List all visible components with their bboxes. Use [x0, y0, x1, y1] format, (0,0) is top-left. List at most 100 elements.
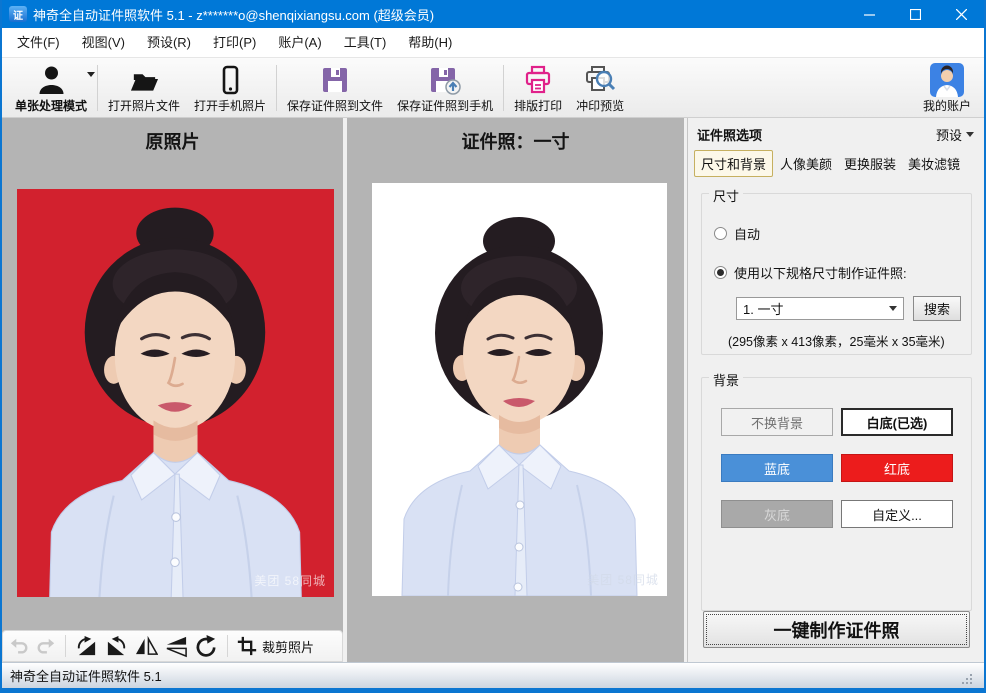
radio-unchecked-icon[interactable] [714, 227, 727, 240]
chevron-down-icon [87, 72, 95, 77]
size-group-title: 尺寸 [709, 186, 743, 205]
redo-button[interactable] [36, 636, 56, 656]
statusbar: 神奇全自动证件照软件 5.1 [2, 662, 984, 688]
rotate-right-button[interactable] [105, 635, 128, 658]
minimize-button[interactable] [846, 0, 892, 28]
make-id-photo-button[interactable]: 一键制作证件照 [703, 611, 970, 648]
size-group: 尺寸 自动 使用以下规格尺寸制作证件照: 1. 一寸 搜索 (295像素 x [701, 193, 972, 355]
save-to-file-button[interactable]: 保存证件照到文件 [280, 60, 390, 116]
layout-print-label: 排版打印 [514, 97, 562, 114]
spec-size-option[interactable]: 使用以下规格尺寸制作证件照: [714, 263, 961, 282]
preset-label: 预设 [936, 125, 962, 144]
menu-preset[interactable]: 预设(R) [136, 28, 202, 57]
main-area: 原照片 美团 58同城 [2, 118, 984, 662]
tab-size-background[interactable]: 尺寸和背景 [694, 150, 773, 177]
rotate-icon [195, 635, 218, 658]
bg-red-button[interactable]: 红底 [841, 454, 953, 482]
menu-file[interactable]: 文件(F) [6, 28, 71, 57]
menu-tools[interactable]: 工具(T) [333, 28, 398, 57]
window-bottom-border [2, 688, 984, 693]
original-photo[interactable]: 美团 58同城 [17, 189, 334, 597]
printer-magnifier-icon [584, 63, 616, 97]
avatar [930, 63, 964, 97]
redo-icon [36, 636, 56, 656]
preset-dropdown[interactable]: 预设 [936, 125, 974, 144]
my-account-button[interactable]: 我的账户 [916, 60, 978, 116]
save-to-phone-button[interactable]: 保存证件照到手机 [390, 60, 500, 116]
chevron-down-icon [966, 132, 974, 137]
flip-horizontal-icon [135, 635, 158, 658]
bg-custom-button[interactable]: 自定义... [841, 500, 953, 528]
maximize-button[interactable] [892, 0, 938, 28]
printer-icon [523, 63, 553, 97]
auto-size-option[interactable]: 自动 [714, 224, 961, 243]
crop-icon [237, 636, 257, 656]
result-photo[interactable]: 美团 58同城 [372, 183, 667, 596]
menu-print[interactable]: 打印(P) [202, 28, 267, 57]
undo-button[interactable] [9, 636, 29, 656]
tab-clothes[interactable]: 更换服装 [839, 151, 901, 176]
single-mode-label: 单张处理模式 [15, 97, 87, 114]
original-photo-title: 原照片 [2, 128, 343, 154]
flip-horizontal-button[interactable] [135, 635, 158, 658]
flip-vertical-button[interactable] [165, 635, 188, 658]
photo-edit-toolbar: 裁剪照片 [2, 630, 343, 662]
resize-grip[interactable] [970, 682, 972, 684]
edit-toolbar-separator [227, 635, 228, 657]
toolbar: 单张处理模式 打开照片文件 打开手机照片 保存证件照到文件 保存证件 [2, 58, 984, 118]
options-panel: 证件照选项 预设 尺寸和背景 人像美颜 更换服装 美妆滤镜 尺寸 自动 [687, 118, 984, 662]
flip-vertical-icon [165, 635, 188, 658]
app-icon: 证 [9, 6, 27, 22]
bg-blue-button[interactable]: 蓝底 [721, 454, 833, 482]
rotate-right-icon [105, 635, 128, 658]
single-mode-button[interactable]: 单张处理模式 [8, 60, 94, 116]
menu-view[interactable]: 视图(V) [71, 28, 136, 57]
open-photo-file-label: 打开照片文件 [108, 97, 180, 114]
rotate-free-button[interactable] [195, 635, 218, 658]
crop-photo-label: 裁剪照片 [262, 637, 314, 656]
options-tabs: 尺寸和背景 人像美颜 更换服装 美妆滤镜 [688, 148, 984, 177]
tab-filters[interactable]: 美妆滤镜 [903, 151, 965, 176]
bg-keep-button[interactable]: 不换背景 [721, 408, 833, 436]
size-select-value: 1. 一寸 [743, 299, 783, 318]
person-icon [38, 63, 65, 97]
size-dimensions: (295像素 x 413像素，25毫米 x 35毫米) [728, 331, 961, 350]
status-text: 神奇全自动证件照软件 5.1 [10, 666, 162, 685]
radio-checked-icon[interactable] [714, 266, 727, 279]
bg-white-button[interactable]: 白底(已选) [841, 408, 953, 436]
menu-help[interactable]: 帮助(H) [397, 28, 463, 57]
rotate-left-icon [75, 635, 98, 658]
floppy-upload-icon [429, 63, 461, 97]
options-title: 证件照选项 [697, 125, 762, 144]
spec-size-label: 使用以下规格尺寸制作证件照: [734, 263, 907, 282]
app-window: 证 神奇全自动证件照软件 5.1 - z*******o@shenqixiang… [0, 0, 986, 693]
result-photo-title: 证件照：一寸 [347, 128, 684, 154]
background-group-title: 背景 [709, 370, 743, 389]
titlebar: 证 神奇全自动证件照软件 5.1 - z*******o@shenqixiang… [2, 0, 984, 28]
result-photo-panel: 证件照：一寸 美团 58同城 [347, 118, 684, 662]
layout-print-button[interactable]: 排版打印 [507, 60, 569, 116]
toolbar-separator [503, 65, 504, 111]
open-photo-file-button[interactable]: 打开照片文件 [101, 60, 187, 116]
crop-photo-button[interactable]: 裁剪照片 [237, 636, 314, 656]
original-photo-panel: 原照片 美团 58同城 [2, 118, 343, 662]
window-title: 神奇全自动证件照软件 5.1 - z*******o@shenqixiangsu… [33, 5, 434, 24]
floppy-save-icon [320, 63, 350, 97]
search-button[interactable]: 搜索 [913, 296, 961, 321]
print-preview-label: 冲印预览 [576, 97, 624, 114]
print-preview-button[interactable]: 冲印预览 [569, 60, 631, 116]
auto-size-label: 自动 [734, 224, 760, 243]
tab-beauty[interactable]: 人像美颜 [775, 151, 837, 176]
toolbar-separator [276, 65, 277, 111]
open-phone-photo-button[interactable]: 打开手机照片 [187, 60, 273, 116]
toolbar-separator [97, 65, 98, 111]
edit-toolbar-separator [65, 635, 66, 657]
save-to-phone-label: 保存证件照到手机 [397, 97, 493, 114]
close-button[interactable] [938, 0, 984, 28]
folder-icon [129, 63, 159, 97]
rotate-left-button[interactable] [75, 635, 98, 658]
bg-gray-button[interactable]: 灰底 [721, 500, 833, 528]
menu-account[interactable]: 账户(A) [267, 28, 332, 57]
close-icon [956, 9, 967, 20]
size-select[interactable]: 1. 一寸 [736, 297, 904, 320]
